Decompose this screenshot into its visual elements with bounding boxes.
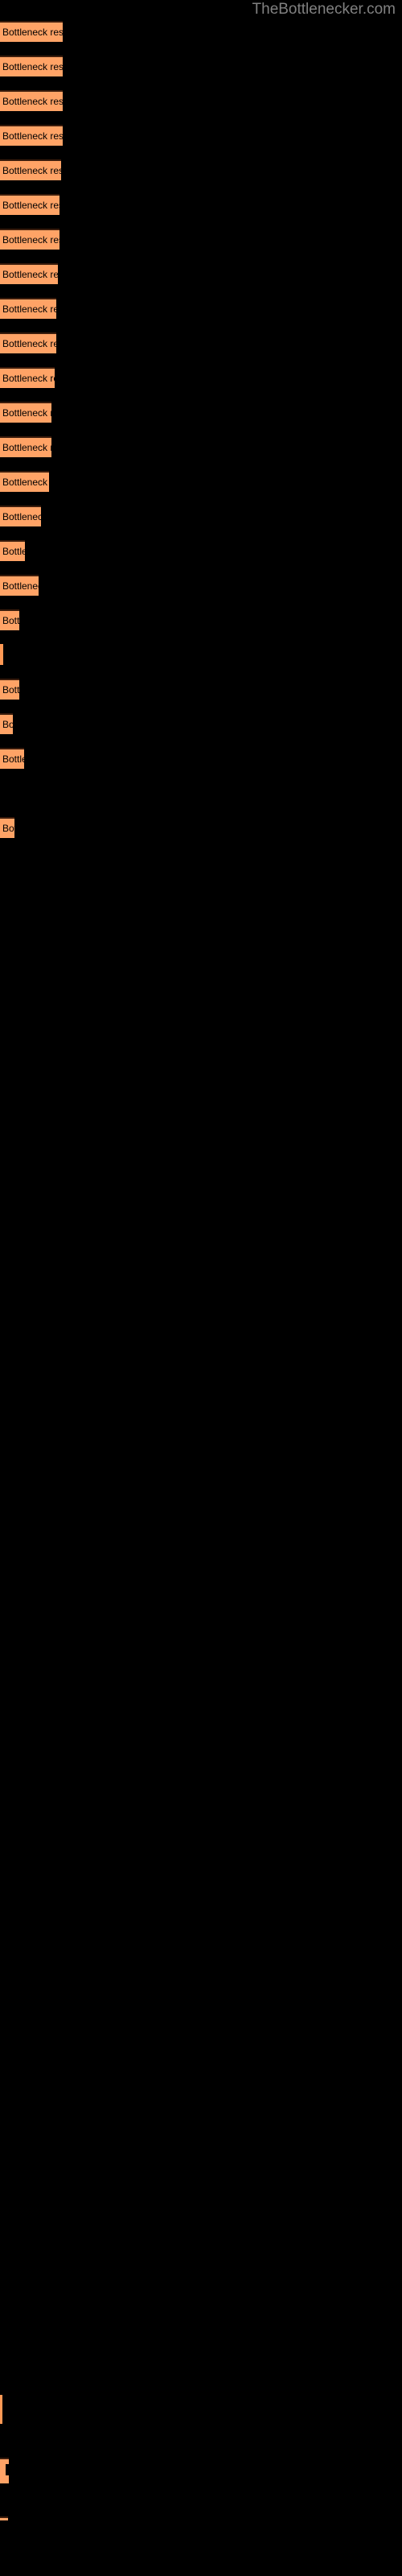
bar-label: Bottleneck result	[2, 200, 59, 211]
bar-bottleneck-result[interactable]: Bottleneck result	[0, 367, 55, 388]
bar-bottleneck-result[interactable]: Bottleneck result	[0, 817, 14, 838]
bar-label: Bottleneck result	[2, 615, 19, 626]
bar-bottleneck-result[interactable]: Bottleneck result	[0, 229, 59, 250]
bar-bottleneck-result[interactable]: Bottleneck result	[0, 679, 19, 700]
bar-bottleneck-result[interactable]: Bottleneck result	[0, 56, 63, 76]
bar-label: Bottleneck result	[2, 373, 55, 384]
bar-bottleneck-result[interactable]: Bottleneck result	[0, 575, 39, 596]
bar-label: Bottleneck result	[2, 165, 61, 176]
bar-label: Bottleneck result	[2, 338, 56, 349]
bar-label: Bottleneck result	[2, 27, 63, 38]
bar-bottleneck-result[interactable]: Bottleneck result	[0, 21, 63, 42]
bar-label: Bottleneck result	[2, 96, 63, 107]
bar-label: Bottleneck result	[2, 130, 63, 142]
bar-bottleneck-result[interactable]: Bottleneck result	[0, 263, 58, 284]
bar-bottleneck-result[interactable]: Bottleneck result	[0, 609, 19, 630]
bar-bottleneck-result[interactable]: Bottleneck result	[0, 506, 41, 526]
bar-bottleneck-result[interactable]: Bottleneck result	[0, 125, 63, 146]
bar-bottleneck-result[interactable]: Bottleneck result	[0, 540, 25, 561]
bar-bottleneck-result[interactable]	[0, 2458, 9, 2483]
site-title: TheBottlenecker.com	[252, 1, 396, 18]
bar-label: Bottleneck result	[2, 303, 56, 315]
bar-bottleneck-result[interactable]: Bottleneck result	[0, 471, 49, 492]
bar-bottleneck-result[interactable]: Bottleneck result	[0, 298, 56, 319]
bar-notch	[6, 2464, 9, 2475]
bar-bottleneck-result[interactable]: Bottleneck result	[0, 402, 51, 423]
bar-label: Bottleneck result	[2, 407, 51, 419]
bar-label: Bottleneck result	[2, 753, 24, 765]
bar-bottleneck-result[interactable]: Bottleneck result	[0, 90, 63, 111]
bar-bottleneck-result[interactable]: Bottleneck result	[0, 436, 51, 457]
bar-bottleneck-result[interactable]	[0, 2516, 8, 2520]
bar-label: Bottleneck result	[2, 234, 59, 246]
bar-label: Bottleneck result	[2, 61, 63, 72]
bar-bottleneck-result[interactable]: Bottleneck result	[0, 748, 24, 769]
bar-bottleneck-result[interactable]: Bottleneck result	[0, 159, 61, 180]
bar-label: Bottleneck result	[2, 823, 14, 834]
bar-label: Bottleneck result	[2, 511, 41, 522]
bar-label: Bottleneck result	[2, 269, 58, 280]
bar-bottleneck-result[interactable]: Bottleneck result	[0, 332, 56, 353]
bar-label: Bottleneck result	[2, 684, 19, 696]
chart-canvas: TheBottlenecker.com Bottleneck result Bot…	[0, 0, 402, 2576]
bar-label: Bottleneck result	[2, 442, 51, 453]
bar-label: Bottleneck result	[2, 580, 39, 592]
bar-bottleneck-result[interactable]: Bottleneck result	[0, 713, 13, 734]
bar-bottleneck-result[interactable]: Bottleneck result	[0, 194, 59, 215]
bar-label: Bottleneck result	[2, 719, 13, 730]
bar-bottleneck-result[interactable]	[0, 2395, 2, 2424]
bar-label: Bottleneck result	[2, 477, 49, 488]
bar-label: Bottleneck result	[2, 546, 25, 557]
bar-bottleneck-result[interactable]: Bottleneck result	[0, 644, 3, 665]
